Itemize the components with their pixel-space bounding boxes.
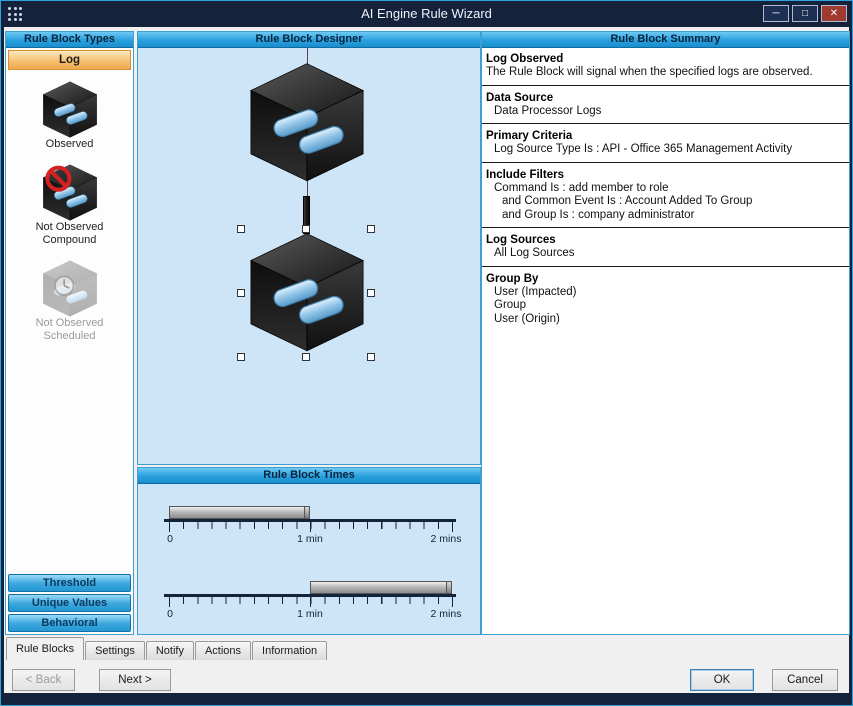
cube-scheduled-icon — [41, 259, 99, 317]
summary-separator — [482, 266, 849, 267]
selection-handle[interactable] — [302, 225, 310, 233]
ai-engine-rule-wizard-window: AI Engine Rule Wizard ─ □ ✕ Rule Block T… — [0, 0, 853, 706]
tab-settings[interactable]: Settings — [85, 641, 145, 660]
type-item-not-observed-scheduled[interactable]: Not Observed Scheduled — [36, 259, 104, 343]
summary-line: The Rule Block will signal when the spec… — [486, 66, 841, 80]
rule-block-summary-panel: Rule Block Summary Log Observed The Rule… — [481, 31, 850, 635]
window-title: AI Engine Rule Wizard — [1, 6, 852, 21]
category-buttons: Threshold Unique Values Behavioral — [6, 572, 133, 634]
summary-line: User (Origin) — [486, 313, 841, 327]
summary-section-title: Log Observed — [486, 52, 841, 66]
summary-section-title: Group By — [486, 272, 841, 286]
selection-handle[interactable] — [237, 353, 245, 361]
minimize-button[interactable]: ─ — [763, 5, 789, 22]
designer-canvas[interactable] — [138, 48, 480, 464]
slider-grip[interactable] — [304, 507, 309, 518]
type-item-label: Observed — [46, 138, 94, 151]
summary-line: Data Processor Logs — [486, 105, 841, 119]
summary-separator — [482, 162, 849, 163]
tick-label-1min: 1 min — [297, 533, 323, 545]
unique-values-category-button[interactable]: Unique Values — [8, 594, 131, 612]
rule-block-designer-header: Rule Block Designer — [138, 32, 480, 48]
selection-handle[interactable] — [237, 289, 245, 297]
summary-section-title: Log Sources — [486, 233, 841, 247]
summary-line: Command Is : add member to role — [486, 182, 841, 196]
rule-block-designer-panel: Rule Block Designer — [137, 31, 481, 465]
tick-label-2mins: 2 mins — [431, 533, 462, 545]
summary-line: All Log Sources — [486, 247, 841, 261]
tab-notify[interactable]: Notify — [146, 641, 194, 660]
summary-line: Log Source Type Is : API - Office 365 Ma… — [486, 143, 841, 157]
summary-section-title: Include Filters — [486, 168, 841, 182]
slider-grip[interactable] — [446, 582, 451, 593]
slider-ticks-2 — [169, 597, 453, 604]
type-item-label: Not Observed — [36, 221, 104, 234]
next-button[interactable]: Next > — [99, 669, 171, 691]
cube-observed-icon — [41, 80, 99, 138]
wizard-tabstrip: Rule Blocks Settings Notify Actions Info… — [6, 637, 847, 660]
rule-block-times-header: Rule Block Times — [138, 468, 480, 484]
rule-block-times-panel: Rule Block Times 0 1 min 2 mins 0 — [137, 467, 481, 635]
tab-information[interactable]: Information — [252, 641, 327, 660]
summary-separator — [482, 227, 849, 228]
cube-not-observed-icon — [41, 163, 99, 221]
cancel-button[interactable]: Cancel — [772, 669, 838, 691]
tick-label-1min: 1 min — [297, 608, 323, 620]
summary-line: and Group Is : company administrator — [486, 209, 841, 223]
summary-line: User (Impacted) — [486, 286, 841, 300]
tab-actions[interactable]: Actions — [195, 641, 251, 660]
designer-cube-block[interactable] — [246, 60, 368, 182]
designer-cube-block-selected[interactable] — [246, 230, 368, 352]
rule-block-types-header: Rule Block Types — [6, 32, 133, 48]
ok-button[interactable]: OK — [690, 669, 754, 691]
titlebar[interactable]: AI Engine Rule Wizard ─ □ ✕ — [1, 1, 852, 27]
rule-block-types-panel: Rule Block Types Log Observed Not Observ… — [5, 31, 134, 635]
summary-body: Log Observed The Rule Block will signal … — [482, 48, 849, 634]
summary-separator — [482, 123, 849, 124]
type-item-observed[interactable]: Observed — [41, 80, 99, 151]
maximize-button[interactable]: □ — [792, 5, 818, 22]
rule-block-summary-header: Rule Block Summary — [482, 32, 849, 48]
rule-block-type-list: Observed Not Observed Compound Not Obser… — [6, 72, 133, 572]
type-item-label: Not Observed — [36, 317, 104, 330]
behavioral-category-button[interactable]: Behavioral — [8, 614, 131, 632]
time-range-slider-1[interactable] — [169, 506, 310, 519]
wizard-content: Rule Block Types Log Observed Not Observ… — [4, 27, 849, 693]
selection-handle[interactable] — [237, 225, 245, 233]
back-button[interactable]: < Back — [12, 669, 75, 691]
summary-line: and Common Event Is : Account Added To G… — [486, 195, 841, 209]
tick-label-0: 0 — [167, 608, 173, 620]
times-canvas: 0 1 min 2 mins 0 1 min 2 mins — [138, 484, 480, 634]
selection-handle[interactable] — [367, 289, 375, 297]
selection-handle[interactable] — [367, 225, 375, 233]
tab-rule-blocks[interactable]: Rule Blocks — [6, 637, 84, 660]
log-category-button[interactable]: Log — [8, 50, 131, 70]
threshold-category-button[interactable]: Threshold — [8, 574, 131, 592]
slider-ticks-1 — [169, 522, 453, 529]
tick-label-2mins: 2 mins — [431, 608, 462, 620]
summary-line: Group — [486, 299, 841, 313]
close-button[interactable]: ✕ — [821, 5, 847, 22]
tick-label-0: 0 — [167, 533, 173, 545]
summary-separator — [482, 85, 849, 86]
selection-handle[interactable] — [367, 353, 375, 361]
summary-section-title: Primary Criteria — [486, 129, 841, 143]
summary-section-title: Data Source — [486, 91, 841, 105]
type-item-not-observed-compound[interactable]: Not Observed Compound — [36, 163, 104, 247]
selection-handle[interactable] — [302, 353, 310, 361]
time-range-slider-2[interactable] — [310, 581, 452, 594]
type-item-label: Scheduled — [44, 330, 96, 343]
type-item-label: Compound — [43, 234, 97, 247]
